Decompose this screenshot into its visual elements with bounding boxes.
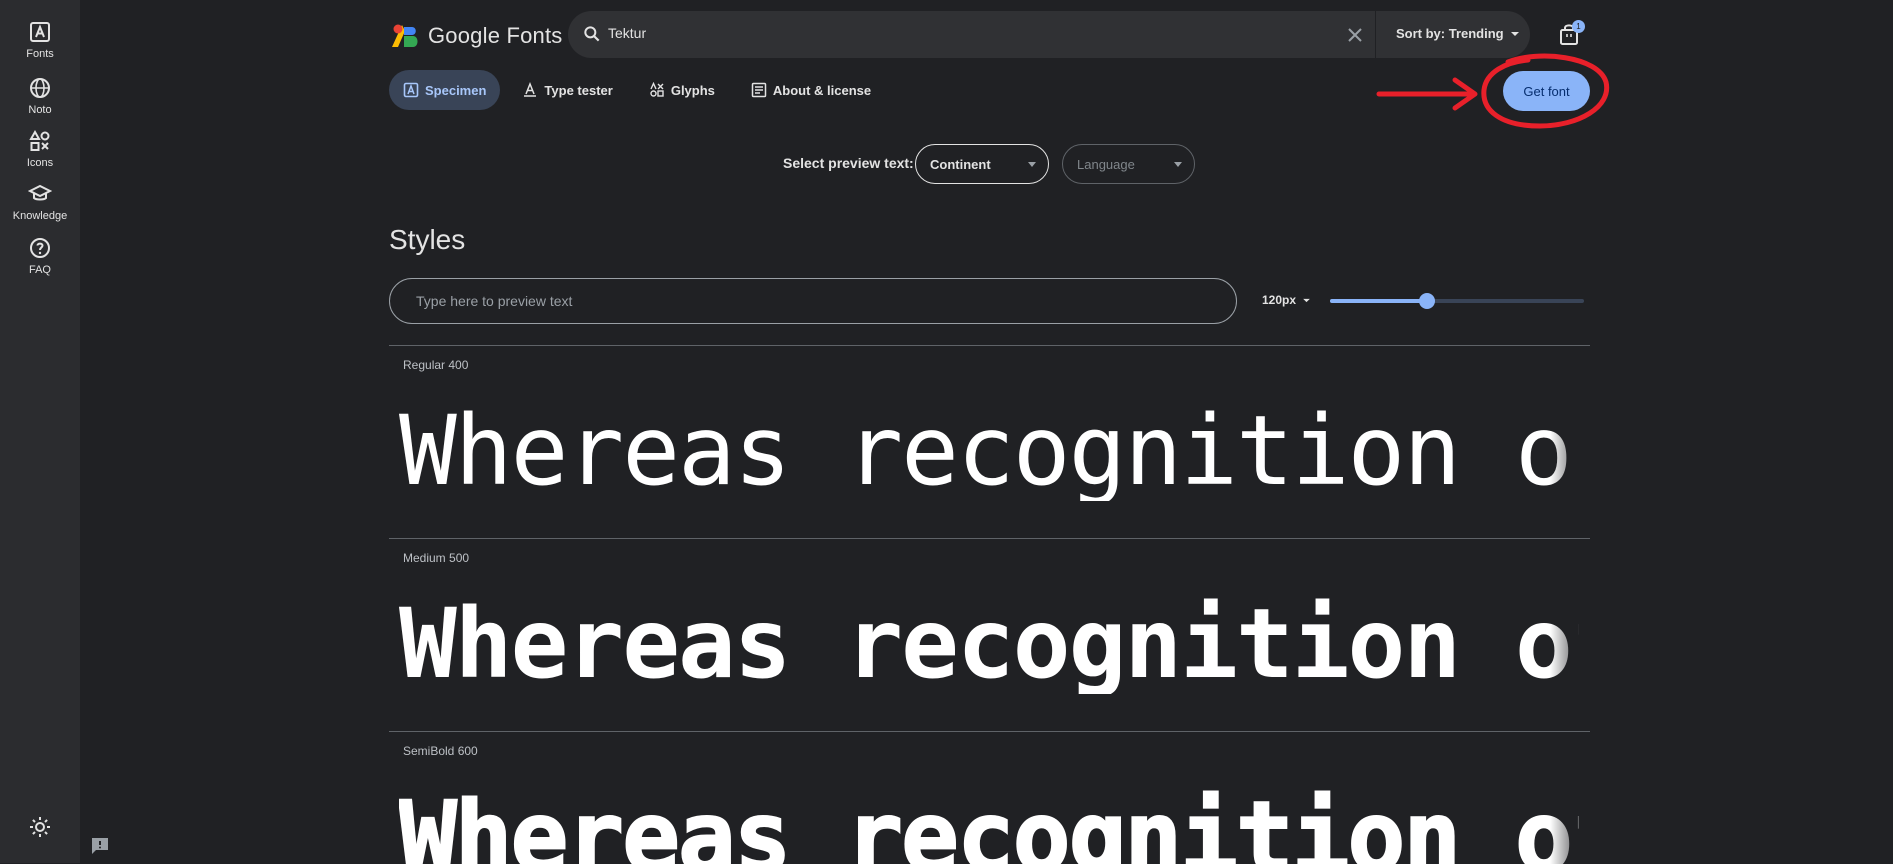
font-size-label: 120px: [1262, 293, 1297, 307]
sort-label: Sort by: Trending: [1396, 26, 1504, 41]
caret-down-icon: [1028, 162, 1036, 167]
font-size-slider[interactable]: [1330, 290, 1584, 312]
tab-specimen[interactable]: Specimen: [389, 70, 501, 110]
chevron-down-icon: [1510, 31, 1519, 36]
nav-label-knowledge: Knowledge: [12, 210, 68, 222]
caret-down-icon: [1174, 162, 1182, 167]
shapes-icon: [29, 129, 50, 151]
slider-fill: [1330, 299, 1427, 303]
preview-text-select[interactable]: Continent: [915, 144, 1049, 184]
specimen-fade: [1550, 732, 1590, 864]
search-input[interactable]: Tektur: [608, 25, 646, 41]
preview-text-label: Select preview text:: [783, 155, 914, 171]
fonts-icon: [403, 82, 419, 98]
style-name: Medium 500: [403, 551, 470, 565]
nav-label-icons: Icons: [26, 157, 54, 169]
nav-item-knowledge[interactable]: Knowledge: [0, 182, 80, 222]
cart-count-badge: 1: [1572, 20, 1585, 33]
nav-item-noto[interactable]: Noto: [0, 76, 80, 116]
tab-label: Glyphs: [670, 82, 715, 98]
styles-heading: Styles: [389, 224, 466, 255]
graduation-cap-icon: [28, 184, 52, 201]
style-row-medium[interactable]: Medium 500 Whereas recognition of: [389, 538, 1590, 732]
annotation-arrow: [1376, 77, 1478, 111]
nav-label-fonts: Fonts: [26, 48, 54, 60]
tab-label: Specimen: [425, 82, 487, 98]
brightness-icon[interactable]: [28, 815, 52, 839]
annotation-circle: [1481, 53, 1610, 129]
type-tester-icon: [524, 82, 537, 97]
side-navigation: Fonts Noto Icons Knowledge FAQ: [0, 0, 80, 863]
style-specimen: Whereas recognition of: [399, 594, 1579, 694]
nav-label-noto: Noto: [28, 104, 52, 116]
glyphs-icon: [650, 82, 664, 97]
specimen-fade: [1550, 346, 1590, 538]
feedback-icon[interactable]: [90, 836, 110, 856]
style-specimen: Whereas recognition of: [399, 401, 1579, 501]
search-icon: [584, 26, 600, 42]
specimen-fade: [1550, 539, 1590, 732]
close-icon[interactable]: [1346, 26, 1364, 44]
style-specimen: Whereas recognition of: [399, 787, 1579, 864]
style-name: Regular 400: [403, 358, 469, 372]
article-icon: [751, 82, 767, 98]
help-circle-icon: [30, 238, 50, 258]
nav-item-faq[interactable]: FAQ: [0, 236, 80, 276]
tab-label: About & license: [772, 82, 872, 98]
tab-glyphs[interactable]: Glyphs: [635, 70, 729, 110]
nav-label-faq: FAQ: [28, 264, 51, 276]
tab-type-tester[interactable]: Type tester: [508, 70, 626, 110]
preview-text-value: Continent: [930, 156, 991, 172]
font-size-dropdown[interactable]: 120px: [1262, 293, 1311, 307]
google-fonts-logo[interactable]: Google Fonts: [390, 20, 562, 52]
nav-item-fonts[interactable]: Fonts: [0, 20, 80, 60]
font-tabs: Specimen Type tester Glyphs About & lice…: [389, 70, 885, 110]
search-divider: [1375, 11, 1376, 58]
fonts-icon: [30, 22, 50, 42]
language-placeholder: Language: [1077, 156, 1135, 172]
logo-text: Google Fonts: [428, 23, 563, 48]
google-fonts-logo-icon: [392, 24, 418, 47]
caret-down-icon: [1303, 298, 1310, 302]
nav-item-icons[interactable]: Icons: [0, 129, 80, 169]
tab-about-license[interactable]: About & license: [737, 70, 885, 110]
style-name: SemiBold 600: [403, 744, 478, 758]
preview-text-input[interactable]: [389, 278, 1237, 324]
search-bar[interactable]: Tektur Sort by: Trending: [568, 11, 1530, 58]
language-select[interactable]: Language: [1062, 144, 1195, 184]
slider-thumb[interactable]: [1418, 293, 1435, 309]
sort-dropdown[interactable]: Sort by: Trending: [1396, 26, 1520, 41]
style-row-semibold[interactable]: SemiBold 600 Whereas recognition of: [389, 731, 1590, 864]
tab-label: Type tester: [544, 82, 613, 98]
globe-icon: [30, 78, 50, 98]
style-row-regular[interactable]: Regular 400 Whereas recognition of: [389, 345, 1590, 538]
